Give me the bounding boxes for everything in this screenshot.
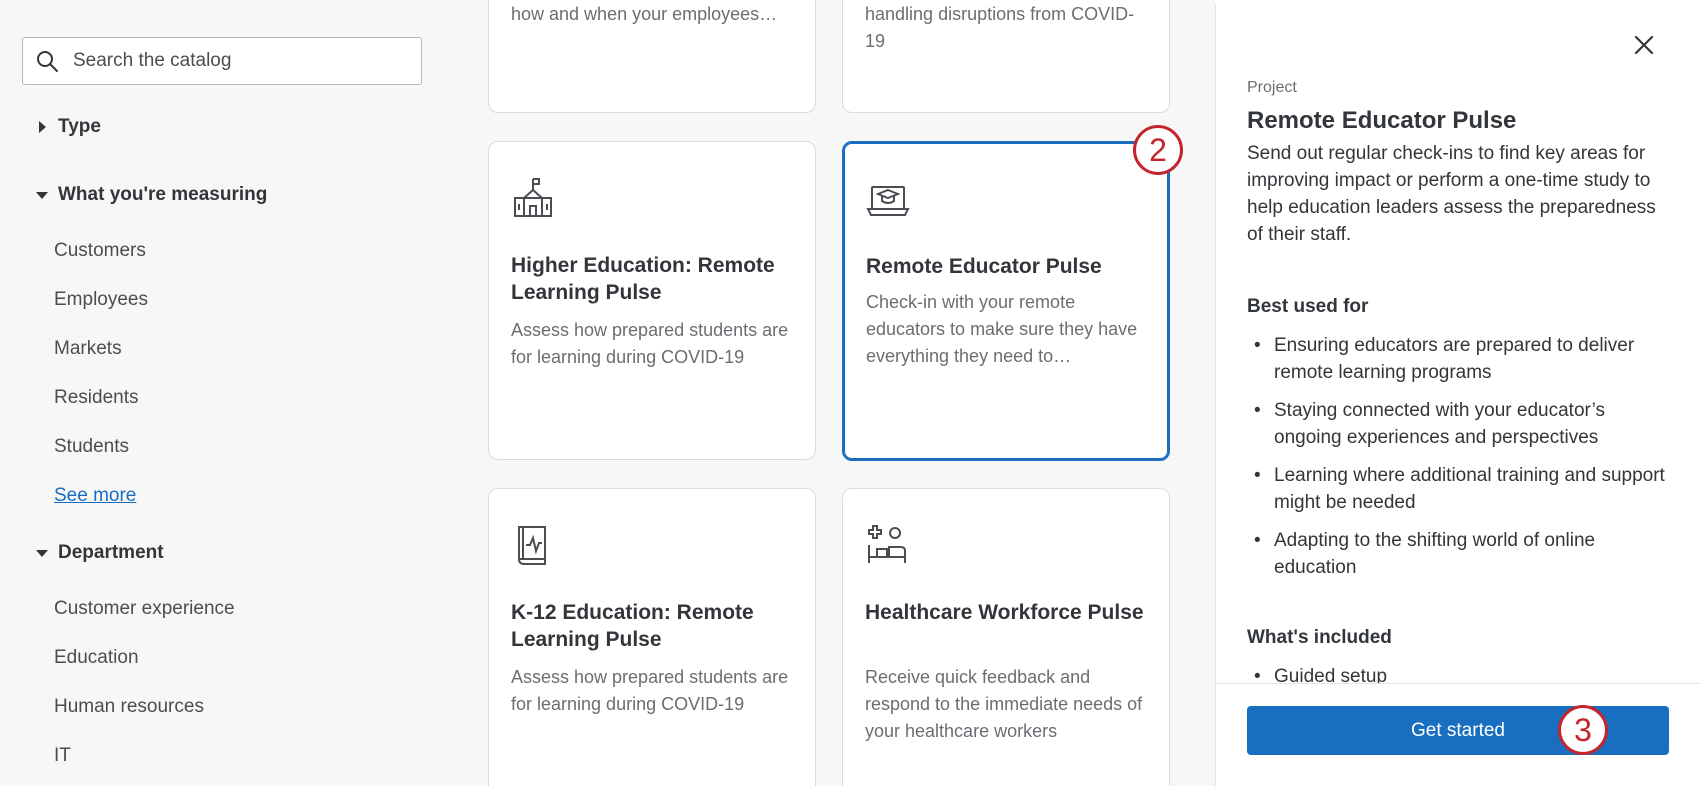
- facet-type-label: Type: [58, 116, 101, 137]
- caret-down-icon: [30, 190, 54, 200]
- list-item: Adapting to the shifting world of online…: [1247, 527, 1667, 581]
- card-description: Receive quick feedback and respond to th…: [865, 667, 1143, 741]
- step-3-marker: 3: [1558, 705, 1608, 755]
- filter-option-residents[interactable]: Residents: [54, 387, 139, 409]
- card-title: Remote Educator Pulse: [866, 255, 1102, 278]
- card-title: Healthcare Workforce Pulse: [865, 601, 1144, 624]
- whats-included-list: Guided setup: [1247, 663, 1667, 683]
- card-title: Higher Education: Remote Learning Pulse: [511, 254, 775, 304]
- detail-kind-label: Project: [1247, 79, 1297, 96]
- card-description: Assess how prepared students are for lea…: [511, 320, 789, 367]
- see-more-link[interactable]: See more: [54, 485, 136, 507]
- caret-right-icon: [30, 120, 54, 134]
- card-higher-education[interactable]: Higher Education: Remote Learning Pulse …: [488, 141, 816, 460]
- filter-option-education[interactable]: Education: [54, 647, 139, 669]
- search-input[interactable]: [73, 50, 393, 72]
- catalog-card[interactable]: how and when your employees…: [488, 0, 816, 113]
- list-item: Staying connected with your educator’s o…: [1247, 397, 1667, 451]
- facet-department-label: Department: [58, 542, 164, 563]
- filter-option-customer-experience[interactable]: Customer experience: [54, 598, 235, 620]
- detail-scroll-area[interactable]: Project Remote Educator Pulse Send out r…: [1216, 4, 1700, 683]
- detail-footer: Get started 3: [1216, 683, 1700, 786]
- facet-measuring-toggle[interactable]: What you're measuring: [30, 184, 267, 206]
- school-building-icon: [514, 178, 552, 217]
- step-2-marker: 2: [1133, 125, 1183, 175]
- book-heartbeat-icon: [518, 526, 546, 565]
- caret-down-icon: [30, 548, 54, 558]
- facet-type-toggle[interactable]: Type: [30, 116, 101, 138]
- filter-option-students[interactable]: Students: [54, 436, 129, 458]
- filter-option-human-resources[interactable]: Human resources: [54, 696, 204, 718]
- detail-description: Send out regular check-ins to find key a…: [1247, 143, 1656, 245]
- catalog-card[interactable]: handling disruptions from COVID- 19: [842, 0, 1170, 113]
- card-healthcare-workforce[interactable]: Healthcare Workforce Pulse Receive quick…: [842, 488, 1170, 786]
- list-item: Guided setup: [1247, 663, 1667, 683]
- close-icon[interactable]: [1629, 30, 1659, 60]
- list-item: Learning where additional training and s…: [1247, 462, 1667, 516]
- facet-department-toggle[interactable]: Department: [30, 542, 164, 564]
- card-description-line: handling disruptions from COVID-: [865, 4, 1135, 24]
- search-icon: [37, 51, 58, 72]
- detail-title: Remote Educator Pulse: [1247, 107, 1517, 134]
- card-description: how and when your employees…: [511, 4, 778, 24]
- card-k12-education[interactable]: K-12 Education: Remote Learning Pulse As…: [488, 488, 816, 786]
- card-title: K-12 Education: Remote Learning Pulse: [511, 601, 754, 651]
- filter-option-markets[interactable]: Markets: [54, 338, 122, 360]
- card-description: Check-in with your remote educators to m…: [866, 292, 1138, 366]
- best-used-for-heading: Best used for: [1247, 296, 1369, 317]
- catalog-search-box[interactable]: [22, 37, 422, 85]
- best-used-for-list: Ensuring educators are prepared to deliv…: [1247, 332, 1667, 592]
- filter-sidebar: Type What you're measuring Customers Emp…: [0, 0, 460, 786]
- card-remote-educator-pulse[interactable]: Remote Educator Pulse Check-in with your…: [842, 141, 1170, 461]
- whats-included-heading: What's included: [1247, 627, 1392, 648]
- hospital-bed-icon: [868, 525, 906, 563]
- filter-option-it[interactable]: IT: [54, 745, 71, 767]
- card-description: Assess how prepared students are for lea…: [511, 667, 789, 714]
- laptop-graduation-cap-icon: [866, 186, 910, 216]
- filter-option-customers[interactable]: Customers: [54, 240, 146, 262]
- template-detail-panel: Project Remote Educator Pulse Send out r…: [1215, 4, 1700, 786]
- list-item: Ensuring educators are prepared to deliv…: [1247, 332, 1667, 386]
- card-description-line: 19: [865, 31, 886, 51]
- catalog-grid: how and when your employees… handling di…: [460, 0, 1215, 786]
- facet-measuring-label: What you're measuring: [58, 184, 268, 205]
- filter-option-employees[interactable]: Employees: [54, 289, 148, 311]
